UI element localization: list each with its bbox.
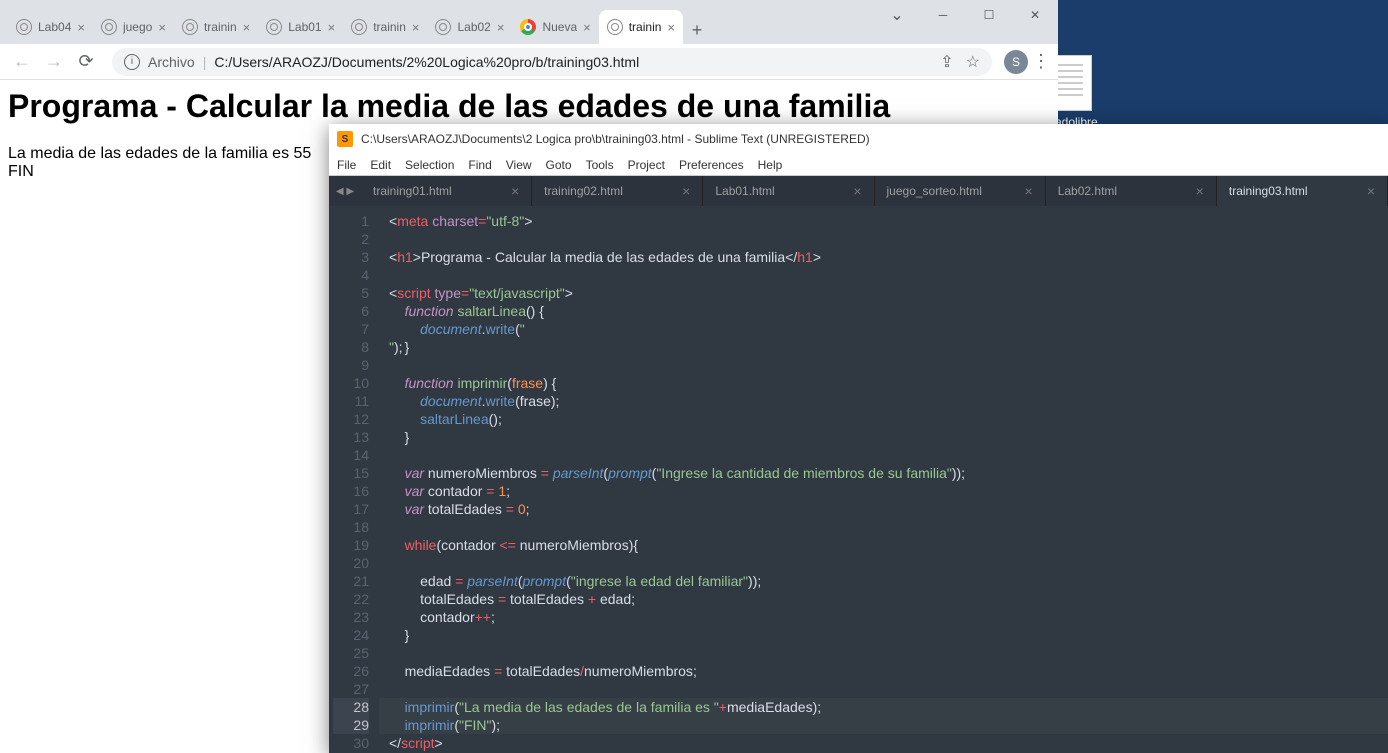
- tab-close-icon[interactable]: ×: [328, 20, 336, 35]
- url-path: C:/Users/ARAOZJ/Documents/2%20Logica%20p…: [214, 54, 639, 70]
- globe-icon: [182, 19, 198, 35]
- back-button[interactable]: ←: [8, 48, 36, 76]
- sublime-app-icon: S: [337, 131, 353, 147]
- tab-close-icon[interactable]: ×: [158, 20, 166, 35]
- profile-avatar[interactable]: S: [1004, 50, 1028, 74]
- sublime-tab-label: training02.html: [544, 184, 623, 198]
- browser-tab[interactable]: Lab01 ×: [258, 10, 343, 44]
- file-scheme-label: Archivo: [148, 54, 195, 70]
- sublime-tab-close-icon[interactable]: ×: [1367, 183, 1375, 199]
- browser-tab[interactable]: Nueva ×: [512, 10, 598, 44]
- bookmark-icon[interactable]: ☆: [966, 52, 980, 72]
- sublime-tab-label: training01.html: [373, 184, 452, 198]
- window-dropdown-button[interactable]: [874, 0, 920, 30]
- sublime-menubar: File Edit Selection Find View Goto Tools Projec…: [329, 154, 1388, 176]
- menu-file[interactable]: File: [337, 158, 356, 172]
- tab-close-icon[interactable]: ×: [667, 20, 675, 35]
- sublime-tab[interactable]: Lab01.html ×: [703, 176, 874, 206]
- browser-tab[interactable]: trainin ×: [174, 10, 258, 44]
- menu-goto[interactable]: Goto: [546, 158, 572, 172]
- tab-label: Nueva: [542, 20, 577, 34]
- sublime-tab-label: Lab02.html: [1058, 184, 1117, 198]
- tab-close-icon[interactable]: ×: [497, 20, 505, 35]
- site-info-icon[interactable]: i: [124, 54, 140, 70]
- reload-button[interactable]: ⟳: [72, 48, 100, 76]
- new-tab-button[interactable]: +: [683, 16, 711, 44]
- menu-find[interactable]: Find: [468, 158, 491, 172]
- globe-icon: [16, 19, 32, 35]
- sublime-tab-close-icon[interactable]: ×: [1025, 183, 1033, 199]
- share-icon[interactable]: ⇪: [940, 52, 953, 72]
- browser-tab[interactable]: Lab02 ×: [427, 10, 512, 44]
- tab-label: Lab01: [288, 20, 321, 34]
- menu-tools[interactable]: Tools: [586, 158, 614, 172]
- window-close-button[interactable]: [1012, 0, 1058, 30]
- tab-label: trainin: [373, 20, 406, 34]
- sublime-titlebar: S C:\Users\ARAOZJ\Documents\2 Logica pro…: [329, 124, 1388, 154]
- sublime-tab-label: Lab01.html: [715, 184, 774, 198]
- globe-icon: [266, 19, 282, 35]
- globe-icon: [101, 19, 117, 35]
- sublime-text-window: S C:\Users\ARAOZJ\Documents\2 Logica pro…: [329, 124, 1388, 753]
- menu-help[interactable]: Help: [758, 158, 783, 172]
- globe-icon: [607, 19, 623, 35]
- tab-label: Lab04: [38, 20, 71, 34]
- omnibox[interactable]: i Archivo | C:/Users/ARAOZJ/Documents/2%…: [112, 48, 992, 76]
- page-heading: Programa - Calcular la media de las edad…: [8, 88, 1050, 125]
- window-minimize-button[interactable]: [920, 0, 966, 30]
- sublime-tab[interactable]: training03.html ×: [1217, 176, 1388, 206]
- tab-close-icon[interactable]: ×: [583, 20, 591, 35]
- sublime-tab-close-icon[interactable]: ×: [853, 183, 861, 199]
- menu-project[interactable]: Project: [628, 158, 665, 172]
- sublime-tab[interactable]: Lab02.html ×: [1046, 176, 1217, 206]
- sublime-tab-close-icon[interactable]: ×: [682, 183, 690, 199]
- tab-close-icon[interactable]: ×: [243, 20, 251, 35]
- sublime-tab-label: juego_sorteo.html: [887, 184, 982, 198]
- browser-address-bar: ← → ⟳ i Archivo | C:/Users/ARAOZJ/Docume…: [0, 44, 1058, 80]
- browser-tab[interactable]: trainin ×: [599, 10, 683, 44]
- browser-tab[interactable]: trainin ×: [343, 10, 427, 44]
- sublime-editor[interactable]: 1234567891011121314151617181920212223242…: [329, 206, 1388, 753]
- globe-icon: [351, 19, 367, 35]
- menu-preferences[interactable]: Preferences: [679, 158, 744, 172]
- menu-selection[interactable]: Selection: [405, 158, 454, 172]
- sublime-tab[interactable]: juego_sorteo.html ×: [875, 176, 1046, 206]
- menu-edit[interactable]: Edit: [370, 158, 391, 172]
- browser-tab[interactable]: juego ×: [93, 10, 174, 44]
- sublime-tabs-bar: ◀ ▶ training01.html×training02.html×Lab0…: [329, 176, 1388, 206]
- globe-icon: [435, 19, 451, 35]
- code-area[interactable]: <meta charset="utf-8"><h1>Programa - Cal…: [379, 206, 1388, 753]
- tab-label: trainin: [629, 20, 662, 34]
- sublime-tab[interactable]: training01.html ×: [361, 176, 532, 206]
- sublime-tab-close-icon[interactable]: ×: [1196, 183, 1204, 199]
- sublime-title-text: C:\Users\ARAOZJ\Documents\2 Logica pro\b…: [361, 132, 870, 146]
- tab-close-icon[interactable]: ×: [412, 20, 420, 35]
- chrome-icon: [520, 19, 536, 35]
- window-controls: [874, 0, 1058, 30]
- sublime-tab[interactable]: training02.html ×: [532, 176, 703, 206]
- browser-tab[interactable]: Lab04 ×: [8, 10, 93, 44]
- forward-button[interactable]: →: [40, 48, 68, 76]
- window-maximize-button[interactable]: [966, 0, 1012, 30]
- sublime-tab-close-icon[interactable]: ×: [511, 183, 519, 199]
- tab-close-icon[interactable]: ×: [77, 20, 85, 35]
- sublime-tab-label: training03.html: [1229, 184, 1308, 198]
- tab-label: trainin: [204, 20, 237, 34]
- browser-menu-button[interactable]: ⋮: [1032, 51, 1050, 72]
- tab-label: Lab02: [457, 20, 490, 34]
- sublime-tab-nav[interactable]: ◀ ▶: [329, 176, 361, 206]
- tab-label: juego: [123, 20, 152, 34]
- menu-view[interactable]: View: [506, 158, 532, 172]
- line-gutter: 1234567891011121314151617181920212223242…: [329, 206, 379, 753]
